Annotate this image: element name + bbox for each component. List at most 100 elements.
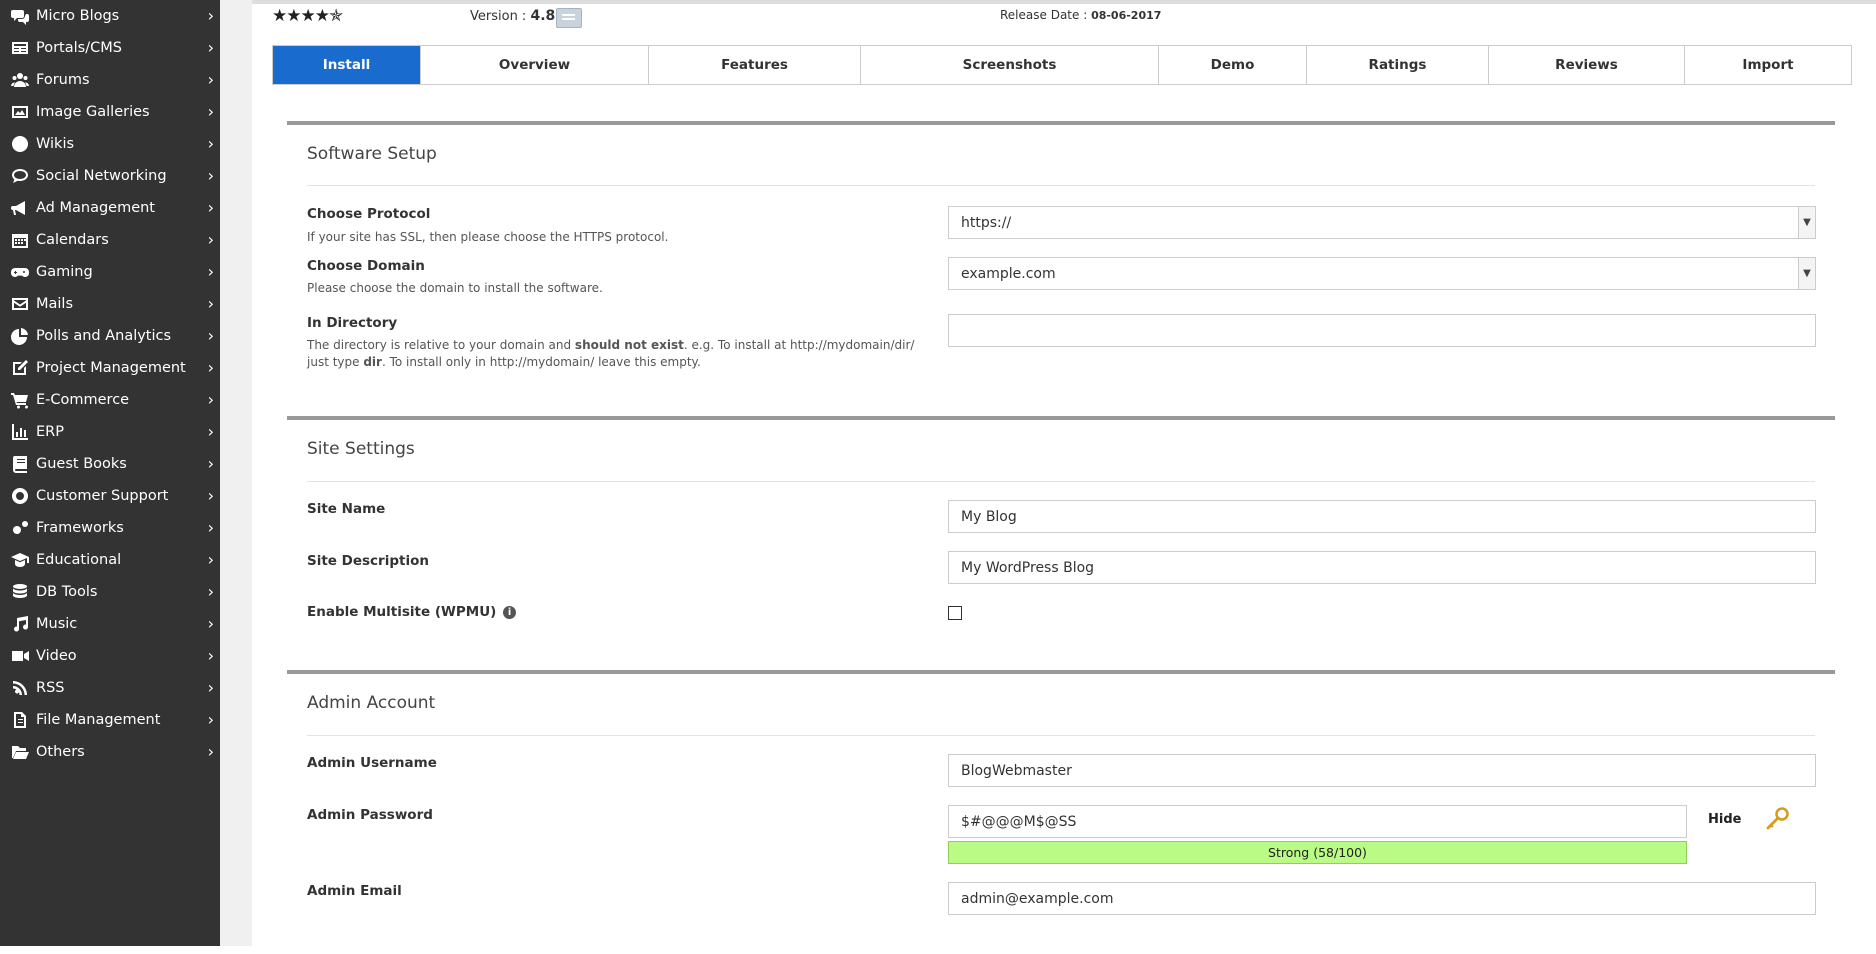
file-icon (8, 711, 32, 729)
sidebar-item-label: RSS (36, 680, 65, 696)
sidebar-item-image-galleries[interactable]: Image Galleries › (0, 96, 220, 128)
sidebar: Micro Blogs › Portals/CMS › Forums › Image Gal… (0, 0, 220, 946)
tab-import[interactable]: Import (1685, 46, 1851, 84)
gamepad-icon (8, 263, 32, 281)
chevron-down-icon: ▼ (1798, 207, 1815, 238)
info-icon[interactable]: i (503, 605, 517, 619)
sidebar-item-wikis[interactable]: Wikis › (0, 128, 220, 160)
admin-username-input[interactable]: BlogWebmaster (948, 754, 1816, 787)
sidebar-item-label: Mails (36, 296, 74, 312)
tab-features[interactable]: Features (649, 46, 861, 84)
directory-desc-text: The directory is relative to your domain… (307, 338, 575, 352)
chevron-right-icon: › (207, 390, 214, 409)
tab-install[interactable]: Install (273, 46, 421, 84)
multisite-label-text: Enable Multisite (WPMU) (307, 604, 497, 620)
sidebar-item-portals-cms[interactable]: Portals/CMS › (0, 32, 220, 64)
sidebar-item-gaming[interactable]: Gaming › (0, 256, 220, 288)
sidebar-item-label: Portals/CMS (36, 40, 122, 56)
tab-overview[interactable]: Overview (421, 46, 649, 84)
sidebar-item-label: Customer Support (36, 488, 169, 504)
sidebar-item-db-tools[interactable]: DB Tools › (0, 576, 220, 608)
directory-desc-emphasis: should not exist (574, 338, 684, 352)
graduation-cap-icon (8, 551, 32, 569)
sidebar-item-others[interactable]: Others › (0, 736, 220, 768)
multisite-checkbox[interactable] (948, 606, 962, 620)
globe-icon (8, 135, 32, 153)
version-value: 4.8 (530, 8, 556, 24)
site-settings-section: Site Settings (287, 416, 1835, 670)
directory-desc-text: . To install only in http://mydomain/ le… (381, 355, 701, 369)
hide-password-button[interactable]: Hide (1708, 812, 1741, 827)
release-info: Release Date : 08-06-2017 (1000, 8, 1161, 22)
divider (307, 735, 1815, 736)
sidebar-item-micro-blogs[interactable]: Micro Blogs › (0, 0, 220, 32)
image-icon (8, 103, 32, 121)
sidebar-item-mails[interactable]: Mails › (0, 288, 220, 320)
sidebar-item-project-management[interactable]: Project Management › (0, 352, 220, 384)
sidebar-list: Micro Blogs › Portals/CMS › Forums › Image Gal… (0, 0, 220, 768)
sidebar-item-erp[interactable]: ERP › (0, 416, 220, 448)
domain-label: Choose Domain (307, 258, 425, 274)
sidebar-item-rss[interactable]: RSS › (0, 672, 220, 704)
chevron-right-icon: › (207, 6, 214, 25)
bar-chart-icon (8, 423, 32, 441)
chevron-right-icon: › (207, 326, 214, 345)
cart-icon (8, 391, 32, 409)
music-icon (8, 615, 32, 633)
tab-bar: Install Overview Features Screenshots De… (272, 45, 1852, 85)
chevron-right-icon: › (207, 38, 214, 57)
sidebar-item-music[interactable]: Music › (0, 608, 220, 640)
tab-demo[interactable]: Demo (1159, 46, 1307, 84)
key-icon[interactable] (1764, 806, 1790, 832)
site-name-label: Site Name (307, 501, 386, 517)
sidebar-item-frameworks[interactable]: Frameworks › (0, 512, 220, 544)
sidebar-item-polls-and-analytics[interactable]: Polls and Analytics › (0, 320, 220, 352)
sidebar-item-label: E-Commerce (36, 392, 130, 408)
domain-select[interactable]: example.com ▼ (948, 257, 1816, 290)
chevron-right-icon: › (207, 134, 214, 153)
admin-email-input[interactable]: admin@example.com (948, 882, 1816, 915)
sidebar-item-label: File Management (36, 712, 161, 728)
sidebar-item-label: Calendars (36, 232, 109, 248)
sidebar-item-label: Forums (36, 72, 90, 88)
sidebar-item-customer-support[interactable]: Customer Support › (0, 480, 220, 512)
admin-password-input[interactable]: $#@@@M$@SS (948, 805, 1687, 838)
protocol-selected-value: https:// (961, 214, 1012, 231)
site-description-input[interactable]: My WordPress Blog (948, 551, 1816, 584)
tab-reviews[interactable]: Reviews (1489, 46, 1685, 84)
password-strength-meter: Strong (58/100) (948, 841, 1687, 864)
sidebar-item-e-commerce[interactable]: E-Commerce › (0, 384, 220, 416)
tab-screenshots[interactable]: Screenshots (861, 46, 1159, 84)
chevron-right-icon: › (207, 646, 214, 665)
sidebar-item-calendars[interactable]: Calendars › (0, 224, 220, 256)
admin-username-label: Admin Username (307, 755, 437, 771)
sidebar-item-educational[interactable]: Educational › (0, 544, 220, 576)
sidebar-item-guest-books[interactable]: Guest Books › (0, 448, 220, 480)
site-name-input[interactable]: My Blog (948, 500, 1816, 533)
chevron-right-icon: › (207, 454, 214, 473)
site-description-label: Site Description (307, 553, 429, 569)
sidebar-item-label: Polls and Analytics (36, 328, 172, 344)
sidebar-item-file-management[interactable]: File Management › (0, 704, 220, 736)
sidebar-item-label: Gaming (36, 264, 93, 280)
sidebar-item-label: Music (36, 616, 78, 632)
chevron-down-icon: ▼ (1798, 258, 1815, 289)
comment-icon (8, 167, 32, 185)
tab-ratings[interactable]: Ratings (1307, 46, 1489, 84)
chevron-right-icon: › (207, 198, 214, 217)
protocol-select[interactable]: https:// ▼ (948, 206, 1816, 239)
chevron-right-icon: › (207, 550, 214, 569)
sidebar-item-label: Frameworks (36, 520, 124, 536)
sidebar-item-ad-management[interactable]: Ad Management › (0, 192, 220, 224)
directory-label: In Directory (307, 315, 398, 331)
changelog-icon[interactable] (556, 8, 582, 28)
sidebar-item-video[interactable]: Video › (0, 640, 220, 672)
directory-input[interactable] (948, 314, 1816, 347)
chevron-right-icon: › (207, 678, 214, 697)
sidebar-item-forums[interactable]: Forums › (0, 64, 220, 96)
chevron-right-icon: › (207, 102, 214, 121)
sidebar-item-label: Wikis (36, 136, 75, 152)
book-icon (8, 455, 32, 473)
sidebar-item-social-networking[interactable]: Social Networking › (0, 160, 220, 192)
admin-password-label: Admin Password (307, 807, 433, 823)
